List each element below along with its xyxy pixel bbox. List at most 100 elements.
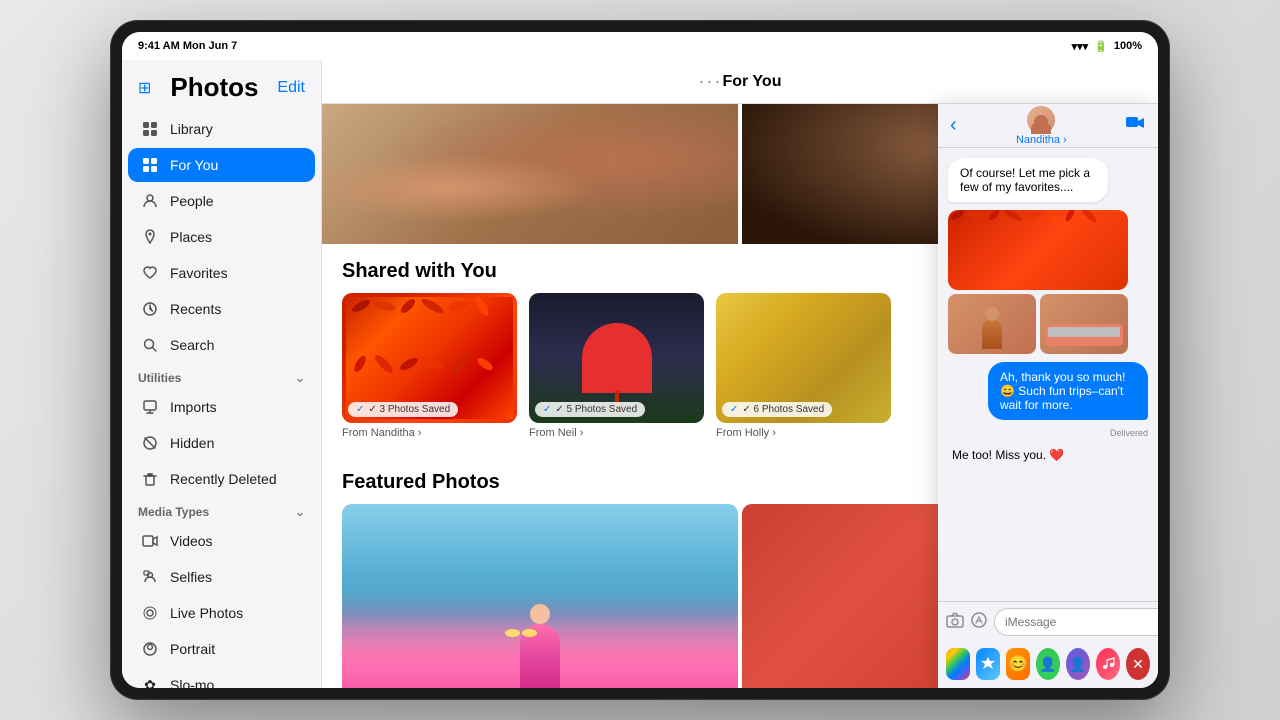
nav-title: For You xyxy=(723,73,782,91)
sidebar-item-for-you[interactable]: For You xyxy=(128,148,315,182)
utilities-chevron[interactable]: ⌄ xyxy=(295,371,305,385)
recents-icon xyxy=(140,299,160,319)
sidebar-item-favorites[interactable]: Favorites xyxy=(128,256,315,290)
favorites-label: Favorites xyxy=(170,265,228,281)
recently-deleted-label: Recently Deleted xyxy=(170,471,277,487)
videos-icon xyxy=(140,531,160,551)
sidebar-collapse-button[interactable]: ⊞ xyxy=(138,78,151,98)
selfies-icon xyxy=(140,567,160,587)
sidebar-item-recently-deleted[interactable]: Recently Deleted xyxy=(128,462,315,496)
sidebar-item-imports[interactable]: Imports xyxy=(128,390,315,424)
camera-button[interactable] xyxy=(946,612,964,633)
sidebar-item-slo-mo[interactable]: ✿ Slo-mo xyxy=(128,668,315,688)
message-incoming-1: Of course! Let me pick a few of my favor… xyxy=(948,158,1108,202)
hero-image-1 xyxy=(322,104,738,244)
messages-apps-row: 😊 👤 👤 ✕ xyxy=(938,642,1158,688)
sidebar-item-live-photos[interactable]: Live Photos xyxy=(128,596,315,630)
portrait-label: Portrait xyxy=(170,641,215,657)
battery-percent: 100% xyxy=(1114,40,1142,52)
status-time: 9:41 AM Mon Jun 7 xyxy=(138,40,237,52)
message-delivered-status: Delivered xyxy=(1110,428,1148,438)
shared-badge-3: ✓ ✓ 6 Photos Saved xyxy=(722,402,832,417)
messages-input-bar xyxy=(938,601,1158,642)
search-label: Search xyxy=(170,337,214,353)
shared-meta-2[interactable]: From Neil › xyxy=(529,427,704,439)
contact-avatar xyxy=(1027,106,1055,134)
status-bar: 9:41 AM Mon Jun 7 ▾▾▾ 🔋 100% xyxy=(122,32,1158,60)
sidebar-header: ⊞ Photos Edit xyxy=(122,60,321,111)
sidebar-item-places[interactable]: Places xyxy=(128,220,315,254)
library-icon xyxy=(140,119,160,139)
slo-mo-icon: ✿ xyxy=(140,675,160,688)
shared-photos-grid xyxy=(948,210,1128,354)
music-app-icon[interactable] xyxy=(1096,648,1120,680)
selfies-label: Selfies xyxy=(170,569,212,585)
live-photos-icon xyxy=(140,603,160,623)
shared-thumb-3: ✓ ✓ 6 Photos Saved xyxy=(716,293,891,423)
trash-icon xyxy=(140,469,160,489)
sidebar: ⊞ Photos Edit Library For You xyxy=(122,60,322,688)
hidden-icon xyxy=(140,433,160,453)
contact2-app-icon[interactable]: 👤 xyxy=(1066,648,1090,680)
red-app-icon[interactable]: ✕ xyxy=(1126,648,1150,680)
portrait-icon xyxy=(140,639,160,659)
messages-nav: ‹ Nanditha › xyxy=(938,104,1158,148)
sidebar-title: Photos xyxy=(170,72,258,103)
hidden-label: Hidden xyxy=(170,435,214,451)
shared-photo-top xyxy=(948,210,1128,290)
sidebar-item-videos[interactable]: Videos xyxy=(128,524,315,558)
sidebar-edit-button[interactable]: Edit xyxy=(277,79,305,97)
shared-photos-row xyxy=(948,294,1128,354)
battery-icon: 🔋 xyxy=(1094,40,1108,53)
sidebar-item-search[interactable]: Search xyxy=(128,328,315,362)
shared-photo-bus xyxy=(1040,294,1128,354)
videos-label: Videos xyxy=(170,533,213,549)
message-input[interactable] xyxy=(994,608,1158,636)
messages-back-button[interactable]: ‹ xyxy=(950,114,957,137)
shared-thumb-1: ✓ ✓ 3 Photos Saved xyxy=(342,293,517,423)
places-icon xyxy=(140,227,160,247)
media-types-section: Media Types ⌄ xyxy=(122,497,321,523)
shared-badge-1: ✓ ✓ 3 Photos Saved xyxy=(348,402,458,417)
sidebar-item-hidden[interactable]: Hidden xyxy=(128,426,315,460)
message-outgoing-1: Ah, thank you so much! 😄 Such fun trips–… xyxy=(988,362,1148,420)
ipad-frame: 9:41 AM Mon Jun 7 ▾▾▾ 🔋 100% ⊞ Photos Ed… xyxy=(110,20,1170,700)
appstore-app-icon[interactable] xyxy=(976,648,1000,680)
messages-body: Of course! Let me pick a few of my favor… xyxy=(938,148,1158,601)
people-icon xyxy=(140,191,160,211)
status-right: ▾▾▾ 🔋 100% xyxy=(1072,40,1142,53)
sidebar-item-people[interactable]: People xyxy=(128,184,315,218)
media-types-chevron[interactable]: ⌄ xyxy=(295,505,305,519)
utilities-section: Utilities ⌄ xyxy=(122,363,321,389)
recents-label: Recents xyxy=(170,301,221,317)
sidebar-item-portrait[interactable]: Portrait xyxy=(128,632,315,666)
places-label: Places xyxy=(170,229,212,245)
contact1-app-icon[interactable]: 👤 xyxy=(1036,648,1060,680)
shared-card-1[interactable]: ✓ ✓ 3 Photos Saved From Nanditha › xyxy=(342,293,517,439)
shared-card-2[interactable]: ✓ ✓ 5 Photos Saved From Neil › xyxy=(529,293,704,439)
favorites-icon xyxy=(140,263,160,283)
appstore-button[interactable] xyxy=(970,611,988,634)
contact-name[interactable]: Nanditha › xyxy=(1016,134,1067,146)
messages-contact: Nanditha › xyxy=(1016,106,1067,146)
featured-photo-left xyxy=(342,504,738,688)
shared-photo-person xyxy=(948,294,1036,354)
video-call-button[interactable] xyxy=(1126,116,1146,135)
sidebar-item-selfies[interactable]: Selfies xyxy=(128,560,315,594)
sidebar-item-recents[interactable]: Recents xyxy=(128,292,315,326)
photos-app-icon[interactable] xyxy=(946,648,970,680)
for-you-icon xyxy=(140,155,160,175)
shared-thumb-2: ✓ ✓ 5 Photos Saved xyxy=(529,293,704,423)
app-container: ⊞ Photos Edit Library For You xyxy=(122,60,1158,688)
nav-dots-menu[interactable]: ··· xyxy=(699,71,723,92)
imports-label: Imports xyxy=(170,399,217,415)
ipad-screen: 9:41 AM Mon Jun 7 ▾▾▾ 🔋 100% ⊞ Photos Ed… xyxy=(122,32,1158,688)
shared-card-3[interactable]: ✓ ✓ 6 Photos Saved From Holly › xyxy=(716,293,891,439)
shared-meta-1[interactable]: From Nanditha › xyxy=(342,427,517,439)
messages-overlay: ‹ Nanditha › xyxy=(938,104,1158,688)
main-content: ··· For You Shared with You xyxy=(322,60,1158,688)
animoji-app-icon[interactable]: 😊 xyxy=(1006,648,1030,680)
nav-bar: ··· For You xyxy=(322,60,1158,104)
sidebar-item-library[interactable]: Library xyxy=(128,112,315,146)
shared-meta-3[interactable]: From Holly › xyxy=(716,427,891,439)
